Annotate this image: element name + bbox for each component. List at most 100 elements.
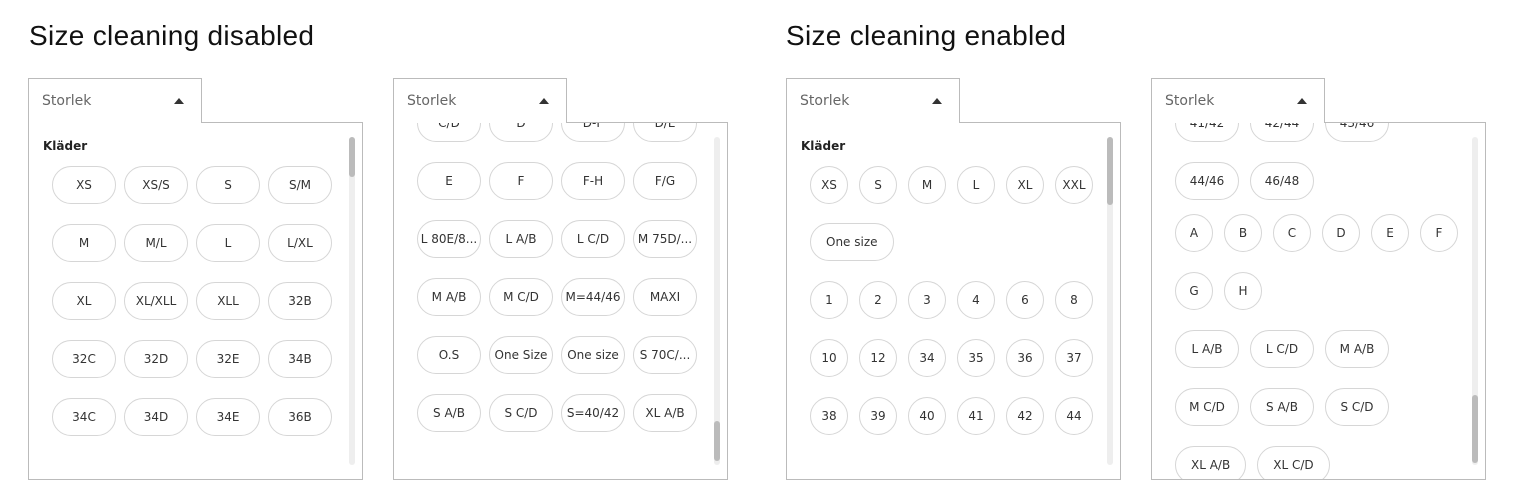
size-chip[interactable]: One size xyxy=(810,223,894,261)
size-chip[interactable]: 42 xyxy=(1006,397,1044,435)
size-chip[interactable]: L/XL xyxy=(268,224,332,262)
size-chip[interactable]: 38 xyxy=(810,397,848,435)
size-chip[interactable]: 34C xyxy=(52,398,116,436)
size-chip[interactable]: 32E xyxy=(196,340,260,378)
size-chip[interactable]: XL A/B xyxy=(1175,446,1247,479)
size-chip[interactable]: 2 xyxy=(859,281,897,319)
size-chip[interactable]: 39 xyxy=(859,397,897,435)
size-chip[interactable]: 44/46 xyxy=(1175,162,1239,200)
size-chip[interactable]: E xyxy=(1371,214,1409,252)
size-chip[interactable]: One size xyxy=(561,336,625,374)
size-chip[interactable]: 35 xyxy=(957,339,995,377)
size-chip[interactable]: 41/42 xyxy=(1175,123,1239,142)
size-chip[interactable]: 4 xyxy=(957,281,995,319)
size-chip[interactable]: S C/D xyxy=(1325,388,1389,426)
size-chip[interactable]: 42/44 xyxy=(1250,123,1314,142)
size-chip[interactable]: XL xyxy=(52,282,116,320)
size-chip[interactable]: M xyxy=(52,224,116,262)
size-chip[interactable]: 1 xyxy=(810,281,848,319)
size-dropdown-toggle[interactable]: Storlek xyxy=(786,78,960,123)
size-chip[interactable]: 34 xyxy=(908,339,946,377)
size-chip[interactable]: 36 xyxy=(1006,339,1044,377)
size-chip[interactable]: 34D xyxy=(124,398,188,436)
size-chip[interactable]: 44 xyxy=(1055,397,1093,435)
size-dropdown-toggle[interactable]: Storlek xyxy=(1151,78,1325,123)
size-chip[interactable]: MAXI xyxy=(633,278,697,316)
size-chip[interactable]: F xyxy=(489,162,553,200)
size-dropdown-toggle[interactable]: Storlek xyxy=(28,78,202,123)
size-chip[interactable]: 34E xyxy=(196,398,260,436)
size-chip[interactable]: C xyxy=(1273,214,1311,252)
size-chip[interactable]: S/M xyxy=(268,166,332,204)
size-chip[interactable]: S 70C/... xyxy=(633,336,697,374)
size-chip[interactable]: S A/B xyxy=(417,394,481,432)
size-chip[interactable]: L C/D xyxy=(1250,330,1314,368)
scrollbar[interactable] xyxy=(714,137,720,465)
size-chip[interactable]: XS xyxy=(810,166,848,204)
size-chip[interactable]: O.S xyxy=(417,336,481,374)
size-chip[interactable]: M xyxy=(908,166,946,204)
size-chip[interactable]: M=44/46 xyxy=(561,278,625,316)
size-chip[interactable]: L xyxy=(957,166,995,204)
size-chip[interactable]: D-F xyxy=(561,123,625,142)
size-chip[interactable]: D/E xyxy=(633,123,697,142)
size-chip[interactable]: H xyxy=(1224,272,1262,310)
size-chip[interactable]: 12 xyxy=(859,339,897,377)
size-chip[interactable]: M 75D/... xyxy=(633,220,697,258)
size-chip[interactable]: 40 xyxy=(908,397,946,435)
size-chip[interactable]: XL A/B xyxy=(633,394,697,432)
size-chip[interactable]: 6 xyxy=(1006,281,1044,319)
size-chip[interactable]: 43/46 xyxy=(1325,123,1389,142)
size-chip[interactable]: M C/D xyxy=(489,278,553,316)
size-chip[interactable]: L A/B xyxy=(489,220,553,258)
size-chip[interactable]: S C/D xyxy=(489,394,553,432)
size-chip[interactable]: 8 xyxy=(1055,281,1093,319)
size-chip[interactable]: 10 xyxy=(810,339,848,377)
size-chip[interactable]: S xyxy=(859,166,897,204)
scrollbar-thumb[interactable] xyxy=(349,137,355,177)
size-chip[interactable]: 36B xyxy=(268,398,332,436)
size-chip[interactable]: XXL xyxy=(1055,166,1093,204)
scrollbar-thumb[interactable] xyxy=(1107,137,1113,205)
size-chip[interactable]: M A/B xyxy=(1325,330,1389,368)
size-chip[interactable]: S=40/42 xyxy=(561,394,625,432)
scrollbar-thumb[interactable] xyxy=(1472,395,1478,463)
size-chip[interactable]: XL xyxy=(1006,166,1044,204)
size-chip[interactable]: E xyxy=(417,162,481,200)
size-chip[interactable]: S xyxy=(196,166,260,204)
size-chip[interactable]: 41 xyxy=(957,397,995,435)
size-chip[interactable]: F xyxy=(1420,214,1458,252)
size-chip[interactable]: F-H xyxy=(561,162,625,200)
size-chip[interactable]: M A/B xyxy=(417,278,481,316)
size-chip[interactable]: G xyxy=(1175,272,1213,310)
size-chip[interactable]: L A/B xyxy=(1175,330,1239,368)
size-chip[interactable]: M C/D xyxy=(1175,388,1239,426)
size-chip[interactable]: One Size xyxy=(489,336,553,374)
size-chip[interactable]: XS/S xyxy=(124,166,188,204)
size-chip[interactable]: XS xyxy=(52,166,116,204)
size-chip[interactable]: B xyxy=(1224,214,1262,252)
scrollbar[interactable] xyxy=(1472,137,1478,465)
size-chip[interactable]: A xyxy=(1175,214,1213,252)
size-chip[interactable]: 32C xyxy=(52,340,116,378)
size-chip[interactable]: 32D xyxy=(124,340,188,378)
size-chip[interactable]: XL C/D xyxy=(1257,446,1330,479)
size-chip[interactable]: XL/XLL xyxy=(124,282,188,320)
size-chip[interactable]: F/G xyxy=(633,162,697,200)
size-chip[interactable]: XLL xyxy=(196,282,260,320)
size-chip[interactable]: L xyxy=(196,224,260,262)
size-chip[interactable]: S A/B xyxy=(1250,388,1314,426)
size-chip[interactable]: 46/48 xyxy=(1250,162,1314,200)
size-chip[interactable]: L C/D xyxy=(561,220,625,258)
size-chip[interactable]: M/L xyxy=(124,224,188,262)
scrollbar-thumb[interactable] xyxy=(714,421,720,461)
scrollbar[interactable] xyxy=(349,137,355,465)
size-chip[interactable]: 34B xyxy=(268,340,332,378)
size-dropdown-toggle[interactable]: Storlek xyxy=(393,78,567,123)
scrollbar[interactable] xyxy=(1107,137,1113,465)
size-chip[interactable]: 3 xyxy=(908,281,946,319)
size-chip[interactable]: C/D xyxy=(417,123,481,142)
size-chip[interactable]: D xyxy=(489,123,553,142)
size-chip[interactable]: D xyxy=(1322,214,1360,252)
size-chip[interactable]: 37 xyxy=(1055,339,1093,377)
